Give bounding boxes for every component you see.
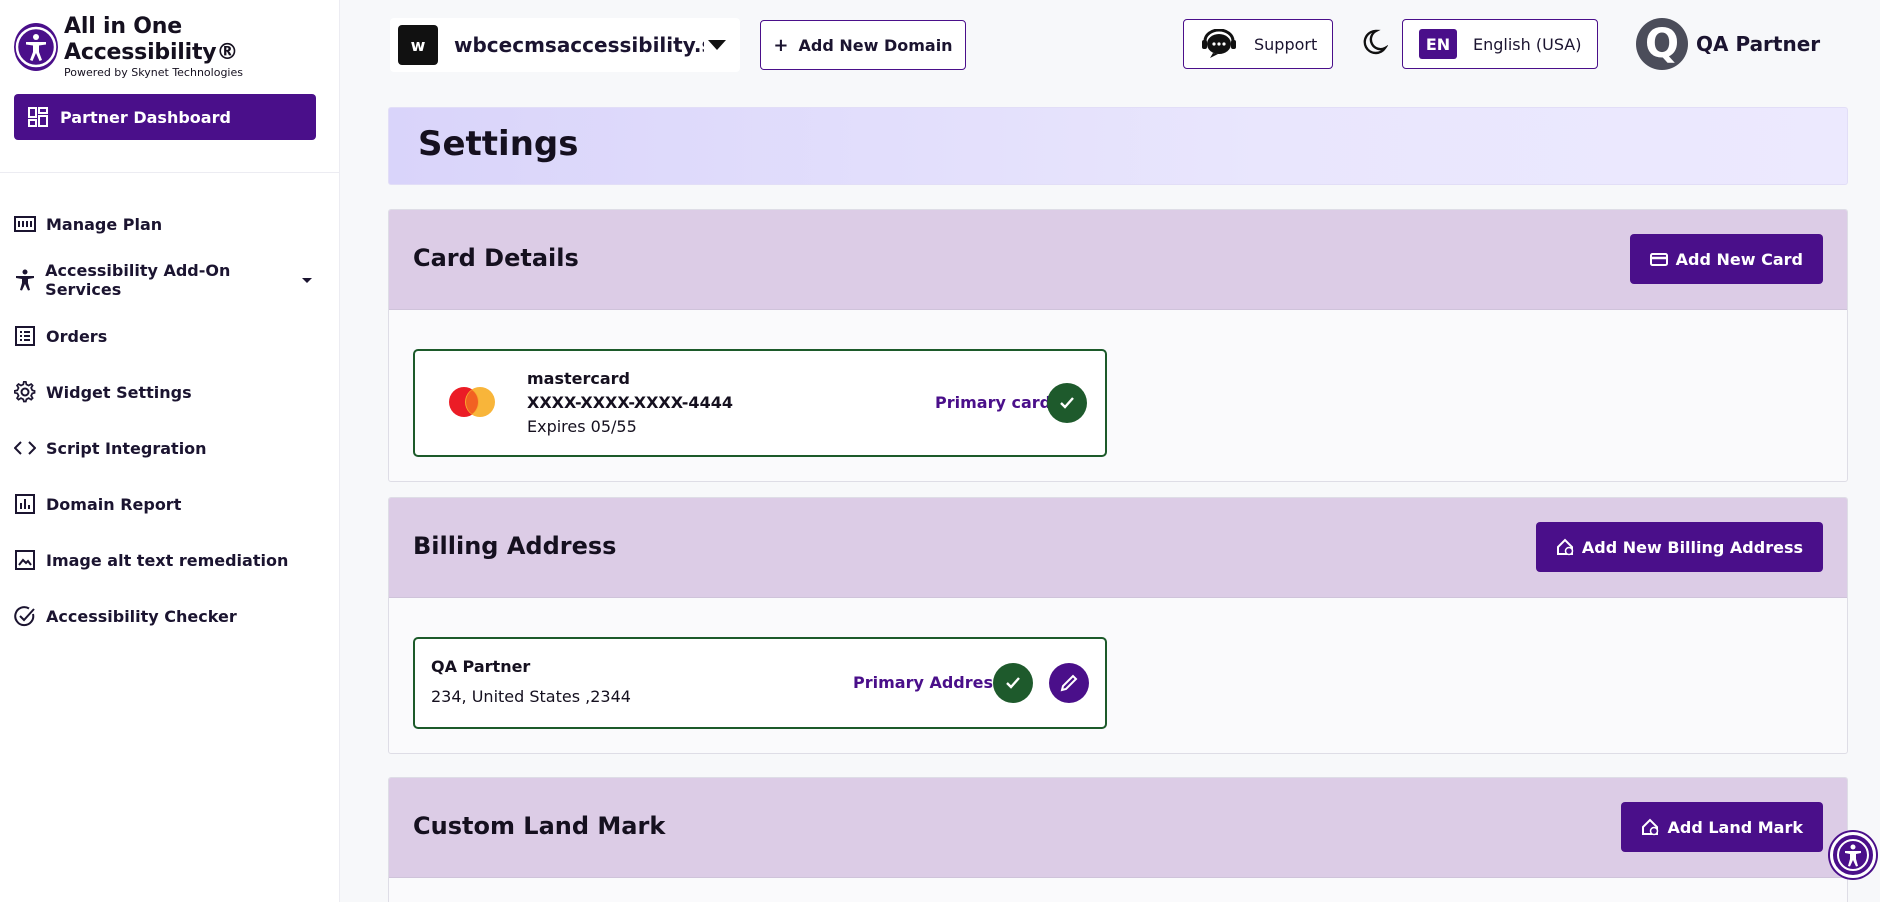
payment-card[interactable]: mastercard XXXX-XXXX-XXXX-4444 Expires 0… xyxy=(413,349,1107,457)
add-new-card-label: Add New Card xyxy=(1675,249,1803,269)
language-label: English (USA) xyxy=(1473,34,1582,54)
sidebar-item-orders[interactable]: Orders xyxy=(14,308,324,364)
add-new-billing-address-button[interactable]: Add New Billing Address xyxy=(1535,522,1823,572)
sidebar-item-label: Widget Settings xyxy=(46,382,192,402)
sidebar-item-label: Orders xyxy=(46,326,108,346)
brand-subtitle: Powered by Skynet Technologies xyxy=(64,66,243,79)
language-code-badge: EN xyxy=(1419,29,1457,59)
page-title: Settings xyxy=(418,124,579,164)
billing-address-panel: Billing Address Add New Billing Address … xyxy=(388,497,1848,754)
sidebar-item-label: Script Integration xyxy=(46,438,207,458)
primary-card-label: Primary card xyxy=(935,393,1052,412)
card-details-title: Card Details xyxy=(413,244,579,272)
check-circle-icon xyxy=(14,605,36,627)
add-new-domain-button[interactable]: + Add New Domain xyxy=(760,20,966,70)
domain-select[interactable]: w wbcecmsaccessibility.sk... xyxy=(390,18,740,72)
check-icon xyxy=(1060,397,1074,409)
home-add-icon xyxy=(1642,818,1659,836)
plan-icon xyxy=(14,213,36,235)
sidebar-item-label: Accessibility Checker xyxy=(46,606,237,626)
sidebar-item-label: Accessibility Add-On Services xyxy=(45,261,231,299)
card-details-header: Card Details Add New Card xyxy=(389,210,1847,310)
user-name: QA Partner xyxy=(1696,32,1821,56)
add-new-domain-label: Add New Domain xyxy=(798,35,953,55)
credit-card-icon xyxy=(1649,253,1668,266)
check-icon xyxy=(1006,677,1020,689)
dark-mode-toggle[interactable] xyxy=(1358,28,1389,58)
support-label: Support xyxy=(1254,34,1318,54)
accessibility-logo-icon xyxy=(14,22,59,71)
add-new-billing-address-label: Add New Billing Address xyxy=(1581,537,1803,557)
card-expiry: Expires 05/55 xyxy=(527,417,637,436)
sidebar-item-accessibility-checker[interactable]: Accessibility Checker xyxy=(14,588,324,644)
sidebar-item-label: Domain Report xyxy=(46,494,182,514)
address-line: 234, United States ,2344 xyxy=(431,687,631,706)
billing-address-title: Billing Address xyxy=(413,532,617,560)
gear-icon xyxy=(14,381,36,403)
custom-landmark-panel: Custom Land Mark Add Land Mark xyxy=(388,777,1848,902)
mastercard-logo-icon xyxy=(449,387,495,417)
user-menu[interactable]: Q QA Partner xyxy=(1636,18,1820,70)
add-new-card-button[interactable]: Add New Card xyxy=(1629,234,1823,284)
add-land-mark-label: Add Land Mark xyxy=(1667,817,1803,837)
add-land-mark-button[interactable]: Add Land Mark xyxy=(1621,802,1823,852)
sidebar-item-image-alt-text[interactable]: Image alt text remediation xyxy=(14,532,324,588)
page-header: Settings xyxy=(388,107,1848,185)
card-number: XXXX-XXXX-XXXX-4444 xyxy=(527,393,733,412)
support-chat-icon xyxy=(1202,29,1236,58)
support-button[interactable]: Support xyxy=(1183,19,1333,69)
pencil-icon xyxy=(1060,674,1078,692)
sidebar-item-domain-report[interactable]: Domain Report xyxy=(14,476,324,532)
sidebar-nav: Manage Plan Accessibility Add-On Service… xyxy=(14,196,324,644)
sidebar: All in One Accessibility® Powered by Sky… xyxy=(0,0,340,902)
avatar: Q xyxy=(1636,18,1688,70)
billing-address-header: Billing Address Add New Billing Address xyxy=(389,498,1847,598)
custom-landmark-header: Custom Land Mark Add Land Mark xyxy=(389,778,1847,878)
edit-address-button[interactable] xyxy=(1049,663,1089,703)
brand-title: All in One Accessibility® xyxy=(64,14,239,65)
code-icon xyxy=(14,437,36,459)
accessibility-widget-button[interactable] xyxy=(1830,832,1876,878)
image-icon xyxy=(14,549,36,571)
accessibility-person-icon xyxy=(14,269,35,291)
domain-name: wbcecmsaccessibility.sk... xyxy=(454,33,704,57)
moon-icon xyxy=(1363,29,1389,55)
sidebar-divider xyxy=(0,172,340,173)
domain-avatar: w xyxy=(398,25,438,65)
dashboard-grid-icon xyxy=(28,107,48,127)
orders-list-icon xyxy=(14,325,36,347)
partner-dashboard-button[interactable]: Partner Dashboard xyxy=(14,94,316,140)
sidebar-item-addon-services[interactable]: Accessibility Add-On Services xyxy=(14,252,324,308)
brand-logo-block[interactable]: All in One Accessibility® Powered by Sky… xyxy=(14,14,339,79)
address-name: QA Partner xyxy=(431,657,531,676)
caret-down-icon[interactable] xyxy=(708,40,726,50)
accessibility-icon xyxy=(1837,839,1869,871)
sidebar-item-label: Manage Plan xyxy=(46,214,163,234)
plus-icon: + xyxy=(773,34,789,56)
language-selector[interactable]: EN English (USA) xyxy=(1402,19,1598,69)
primary-address-check-button[interactable] xyxy=(993,663,1033,703)
chevron-down-icon[interactable] xyxy=(302,277,312,283)
home-add-icon xyxy=(1556,538,1574,556)
card-details-panel: Card Details Add New Card mastercard XXX… xyxy=(388,209,1848,482)
card-brand: mastercard xyxy=(527,369,631,388)
sidebar-item-script-integration[interactable]: Script Integration xyxy=(14,420,324,476)
custom-landmark-title: Custom Land Mark xyxy=(413,812,666,840)
sidebar-item-label: Image alt text remediation xyxy=(46,550,289,570)
sidebar-item-manage-plan[interactable]: Manage Plan xyxy=(14,196,324,252)
billing-address-card[interactable]: QA Partner 234, United States ,2344 Prim… xyxy=(413,637,1107,729)
sidebar-item-widget-settings[interactable]: Widget Settings xyxy=(14,364,324,420)
partner-dashboard-label: Partner Dashboard xyxy=(60,107,231,127)
primary-check-button[interactable] xyxy=(1047,383,1087,423)
bar-chart-icon xyxy=(14,493,36,515)
primary-address-label: Primary Address xyxy=(853,673,1003,692)
